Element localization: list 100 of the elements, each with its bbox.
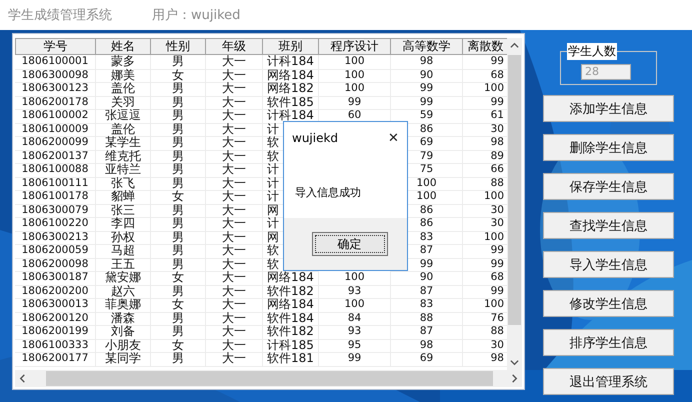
table-cell: 1806100220 (15, 217, 96, 232)
action-button[interactable]: 排序学生信息 (543, 329, 674, 356)
user-label: 用户：wujiked (152, 7, 240, 24)
table-cell: 网络182 (263, 82, 319, 96)
table-cell: 大一 (206, 68, 263, 83)
action-button[interactable]: 添加学生信息 (543, 95, 674, 122)
table-cell: 1806300098 (15, 68, 96, 83)
table-cell: 女 (151, 190, 206, 204)
table-cell: 大一 (206, 312, 263, 326)
table-cell: 99 (319, 352, 391, 366)
table-cell: 男 (151, 176, 206, 191)
table-cell: 刘备 (96, 325, 151, 340)
table-cell: 1806200059 (15, 244, 96, 258)
table-cell: 1806100001 (15, 55, 96, 70)
table-cell: 男 (151, 136, 206, 150)
table-cell: 1806200178 (15, 96, 96, 110)
table-cell: 1806200099 (15, 136, 96, 150)
table-cell: 大一 (206, 325, 263, 340)
table-cell: 大一 (206, 55, 263, 70)
table-cell: 99 (391, 82, 463, 96)
table-cell: 女 (151, 338, 206, 353)
column-header[interactable]: 性别 (151, 38, 206, 55)
table-cell: 大一 (206, 136, 263, 150)
action-button[interactable]: 修改学生信息 (543, 290, 674, 317)
table-cell: 男 (151, 217, 206, 232)
column-header[interactable]: 高等数学 (391, 38, 463, 55)
table-cell: 张三 (96, 204, 151, 218)
table-cell: 男 (151, 122, 206, 137)
table-cell: 维克托 (96, 150, 151, 164)
action-button[interactable]: 导入学生信息 (543, 251, 674, 278)
table-cell: 女 (151, 298, 206, 312)
table-cell: 盖伦 (96, 82, 151, 96)
action-button[interactable]: 查找学生信息 (543, 212, 674, 239)
table-cell: 100 (319, 298, 391, 312)
table-cell: 张飞 (96, 176, 151, 191)
table-cell: 软件182 (263, 284, 319, 299)
table-cell: 1806100178 (15, 190, 96, 204)
table-cell: 1806100111 (15, 176, 96, 191)
table-cell: 男 (151, 230, 206, 245)
table-cell: 软件182 (263, 325, 319, 340)
column-header[interactable]: 学号 (15, 38, 96, 55)
table-cell: 1806200177 (15, 352, 96, 366)
table-cell: 1806200199 (15, 325, 96, 340)
table-cell: 男 (151, 352, 206, 366)
table-cell: 男 (151, 96, 206, 110)
table-cell: 男 (151, 244, 206, 258)
table-cell: 99 (319, 96, 391, 110)
column-header[interactable]: 姓名 (96, 38, 151, 55)
table-cell: 大一 (206, 230, 263, 245)
table-cell: 关羽 (96, 96, 151, 110)
table-cell: 潘森 (96, 312, 151, 326)
table-cell: 软件185 (263, 96, 319, 110)
table-cell: 1806100009 (15, 122, 96, 137)
table-cell: 大一 (206, 271, 263, 286)
table-cell: 93 (319, 284, 391, 299)
column-header[interactable]: 离散数 (463, 38, 507, 55)
table-cell: 菲奥娜 (96, 298, 151, 312)
table-cell: 1806100333 (15, 338, 96, 353)
table-cell: 软件184 (263, 312, 319, 326)
table-cell: 计科185 (263, 338, 319, 353)
table-cell: 大一 (206, 244, 263, 258)
table-cell: 88 (391, 312, 463, 326)
table-cell: 87 (391, 325, 463, 340)
table-cell: 大一 (206, 163, 263, 178)
table-cell: 1806100002 (15, 109, 96, 124)
table-cell: 大一 (206, 176, 263, 191)
table-cell: 95 (319, 338, 391, 353)
group-label: 学生人数 (567, 43, 617, 60)
table-cell: 大一 (206, 217, 263, 232)
table-cell: 99 (391, 96, 463, 110)
table-cell: 1806300079 (15, 204, 96, 218)
table-cell: 小朋友 (96, 338, 151, 353)
table-cell: 女 (151, 68, 206, 83)
table-cell: 1806300013 (15, 298, 96, 312)
table-cell: 貂蝉 (96, 190, 151, 204)
table-cell: 男 (151, 82, 206, 96)
column-header[interactable]: 程序设计 (319, 38, 391, 55)
action-button[interactable]: 退出管理系统 (543, 368, 674, 395)
table-cell: 93 (319, 325, 391, 340)
table-cell: 某同学 (96, 352, 151, 366)
table-cell: 1806200098 (15, 258, 96, 272)
column-header[interactable]: 班别 (263, 38, 319, 55)
table-cell: 1806200120 (15, 312, 96, 326)
horizontal-scrollbar[interactable] (15, 370, 522, 387)
table-cell: 男 (151, 109, 206, 124)
table-cell: 1806200200 (15, 284, 96, 299)
table-cell: 大一 (206, 352, 263, 366)
action-button[interactable]: 保存学生信息 (543, 173, 674, 200)
table-cell: 孙权 (96, 230, 151, 245)
table-cell: 大一 (206, 96, 263, 110)
ok-button[interactable]: 确定 (312, 232, 388, 256)
column-header[interactable]: 年级 (206, 38, 263, 55)
action-button[interactable]: 删除学生信息 (543, 134, 674, 161)
table-cell: 1806300213 (15, 230, 96, 245)
window-title: 学生成绩管理系统 (8, 7, 112, 24)
table-cell: 大一 (206, 109, 263, 124)
table-cell: 90 (391, 68, 463, 83)
table-cell: 王五 (96, 258, 151, 272)
vertical-scrollbar[interactable] (507, 38, 522, 370)
table-cell: 男 (151, 163, 206, 178)
